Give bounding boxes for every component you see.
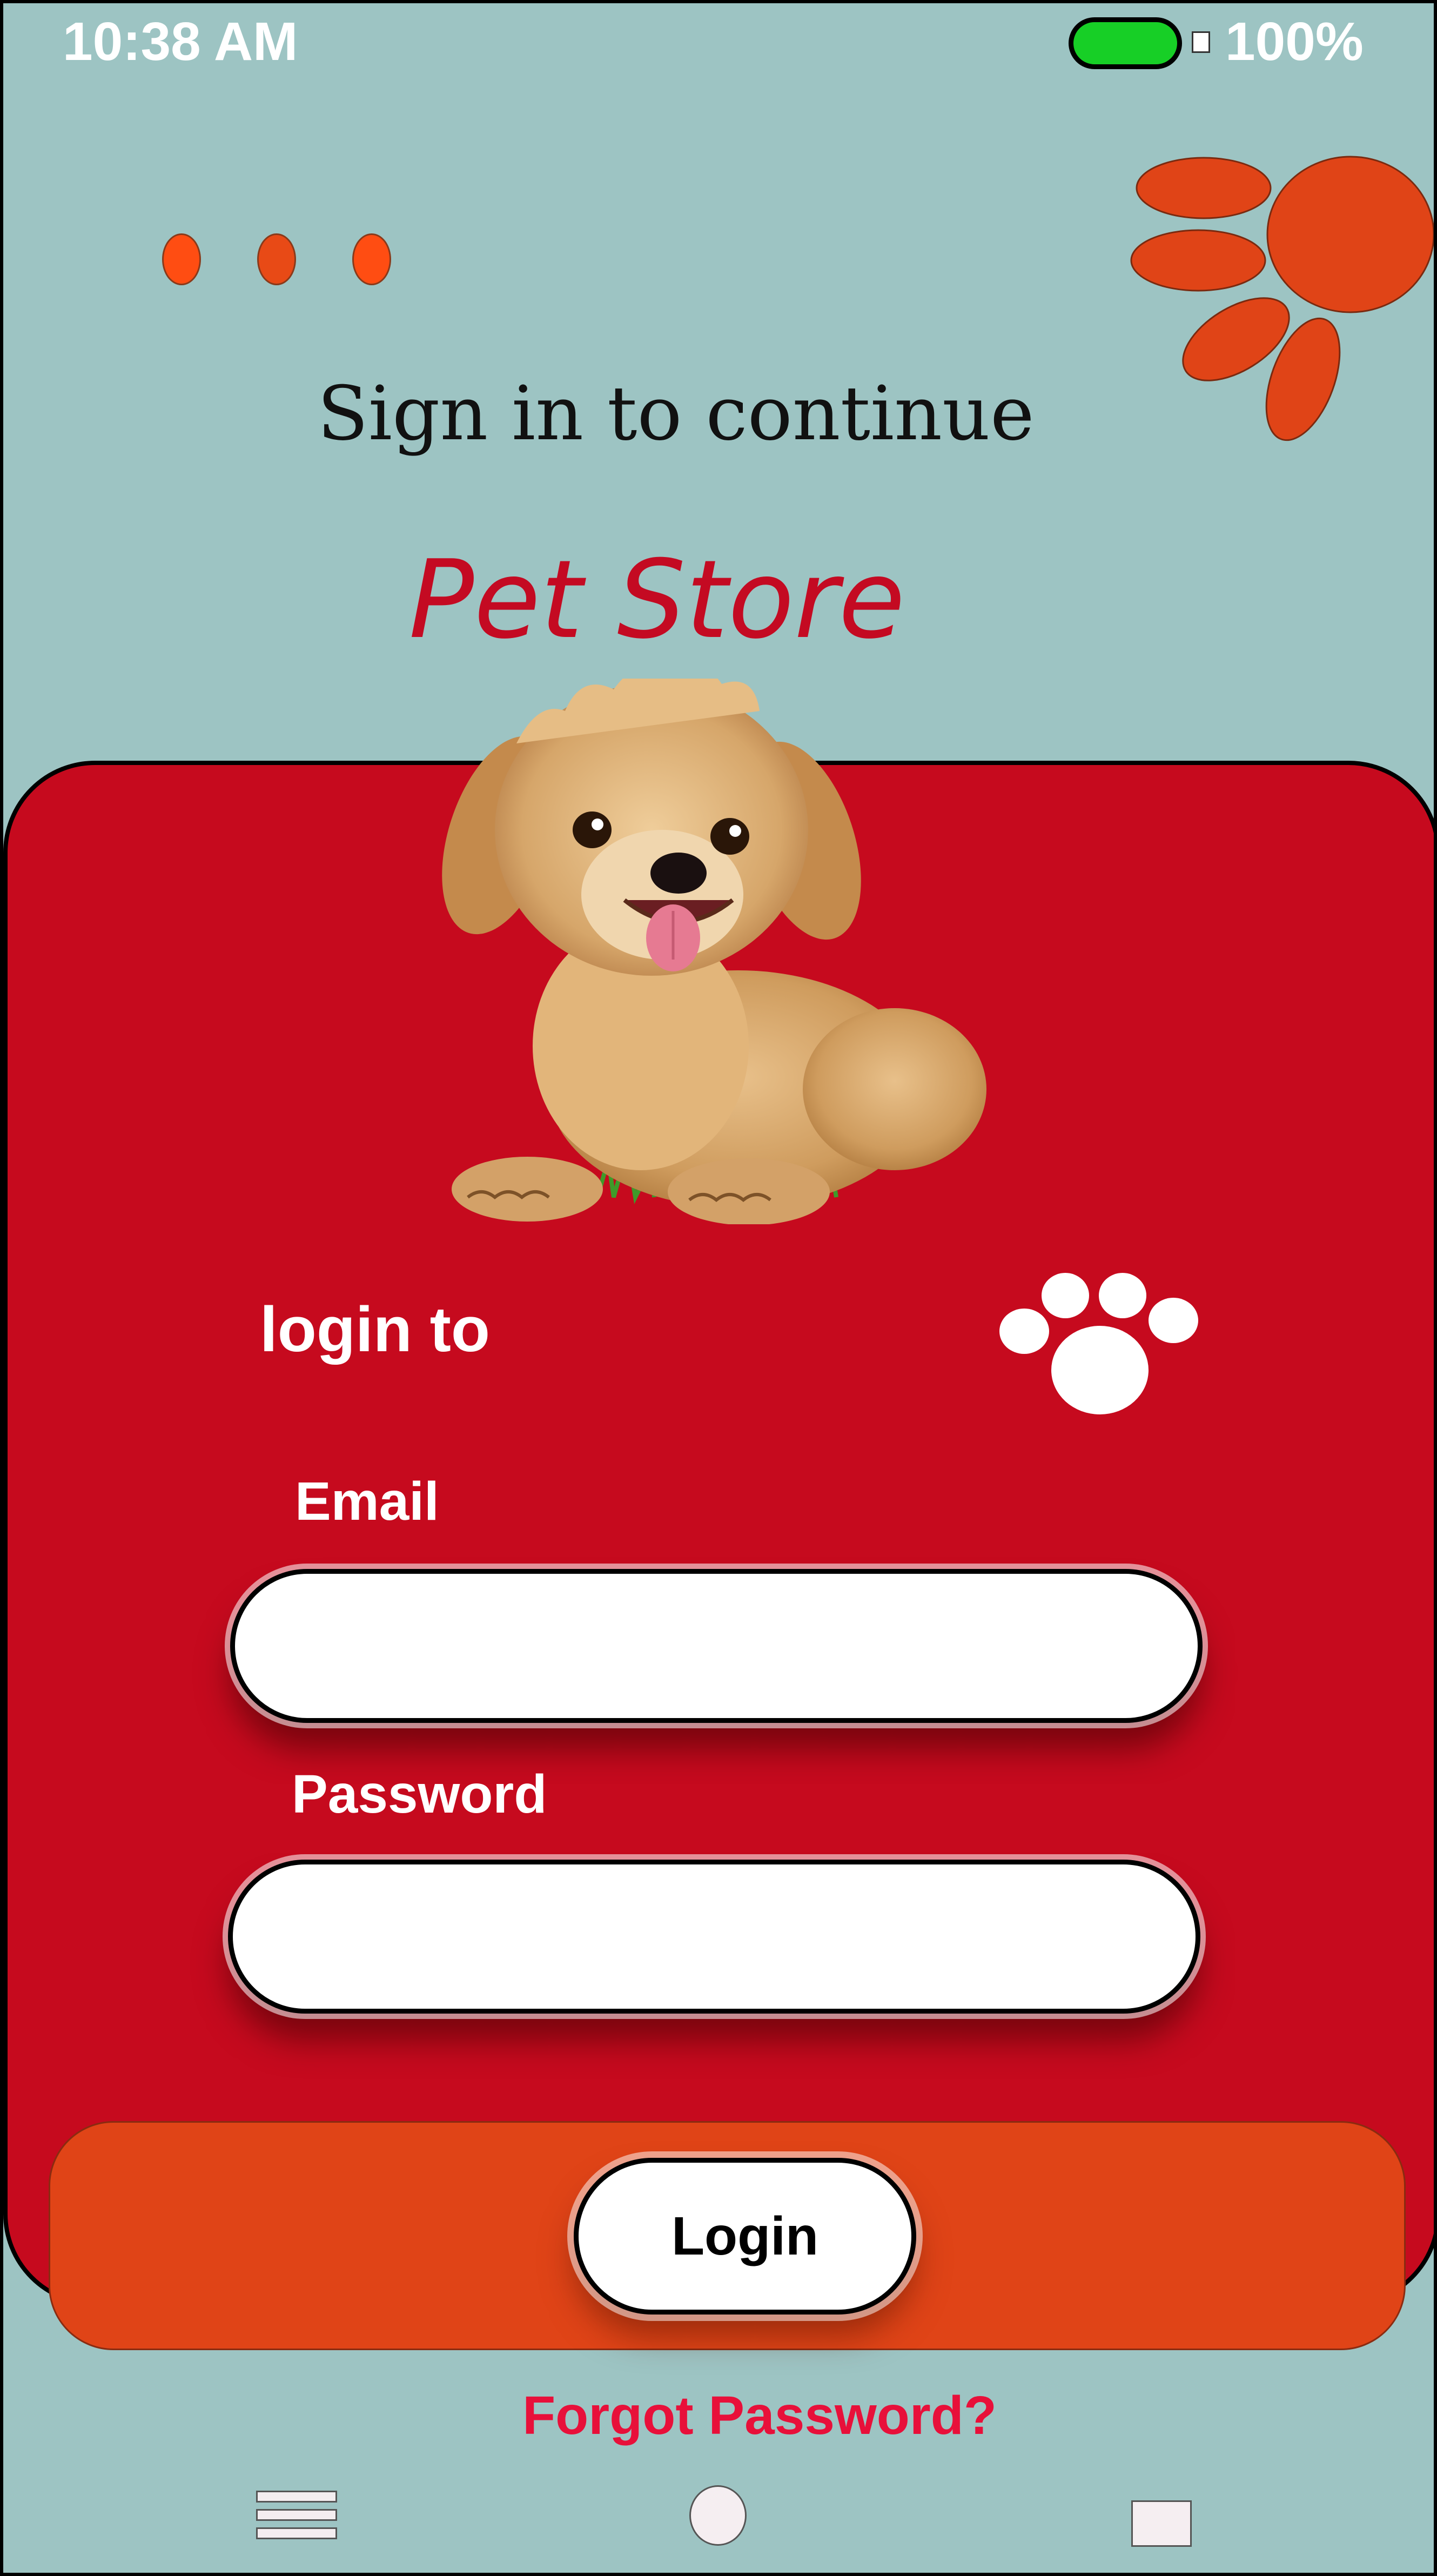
menu-line — [256, 2509, 337, 2521]
paw-print-icon — [999, 1273, 1198, 1414]
battery-percent: 100% — [1225, 11, 1364, 72]
sign-in-subtitle: Sign in to continue — [317, 370, 1035, 457]
battery-icon — [1069, 17, 1182, 69]
menu-icon[interactable] — [256, 2491, 337, 2543]
password-label: Password — [292, 1764, 547, 1824]
dot — [162, 233, 201, 285]
home-circle-icon[interactable] — [689, 2485, 747, 2546]
dot — [257, 233, 296, 285]
battery-tip — [1192, 31, 1210, 53]
password-field[interactable] — [228, 1860, 1200, 2014]
forgot-password-link[interactable]: Forgot Password? — [3, 2380, 1434, 2451]
email-field[interactable] — [230, 1569, 1203, 1723]
three-dots-icon[interactable] — [160, 232, 398, 286]
status-time: 10:38 AM — [63, 11, 298, 72]
menu-line — [256, 2491, 337, 2503]
phone-screen: 10:38 AM 100% Sign in to continue Pet St… — [0, 0, 1437, 2576]
puppy-image — [442, 679, 986, 1224]
menu-line — [256, 2527, 337, 2539]
login-button[interactable]: Login — [574, 2158, 916, 2315]
store-name-title: Pet Store — [408, 537, 905, 663]
login-heading: login to — [260, 1294, 490, 1365]
email-label: Email — [295, 1471, 439, 1532]
recent-apps-icon[interactable] — [1131, 2500, 1192, 2547]
dot — [352, 233, 391, 285]
